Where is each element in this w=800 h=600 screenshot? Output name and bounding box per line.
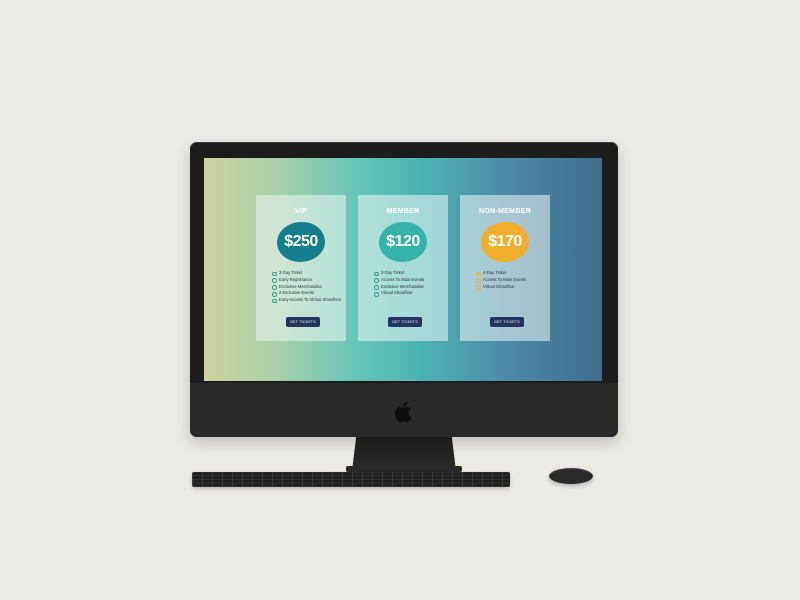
plan-price: $120 — [386, 233, 420, 250]
get-tickets-button-non-member[interactable]: GET TICKETS — [490, 317, 524, 327]
feature-item: Early Access To Virtual Showfloor — [272, 297, 344, 304]
circle-bullet-icon — [476, 271, 481, 277]
pricing-card-non-member: NON-MEMBER $170 4-Day Ticket Access To M… — [460, 195, 550, 341]
circle-bullet-icon — [272, 291, 277, 297]
feature-item: 3-Day Ticket — [272, 270, 344, 277]
plan-price: $170 — [488, 233, 522, 250]
circle-bullet-icon — [476, 285, 481, 290]
feature-item: Virtual Showfloor — [374, 290, 446, 297]
circle-bullet-icon — [272, 271, 277, 277]
get-tickets-button-member[interactable]: GET TICKETS — [388, 317, 422, 327]
circle-bullet-icon — [272, 278, 277, 283]
feature-item: 2 Exclusive Events — [272, 290, 344, 297]
feature-item: Exclusive Merchandise — [272, 284, 344, 291]
pricing-card-member: MEMBER $120 3-Day Ticket Access To Main … — [358, 195, 448, 341]
feature-item: Exclusive Merchandise — [374, 284, 446, 291]
circle-bullet-icon — [374, 285, 379, 290]
plan-title: VIP — [294, 208, 308, 215]
keyboard — [192, 472, 510, 487]
feature-item: Access To Main Events — [476, 277, 548, 284]
circle-bullet-icon — [374, 291, 379, 297]
plan-title: NON-MEMBER — [479, 208, 531, 215]
plan-price: $250 — [284, 233, 318, 250]
feature-list: 3-Day Ticket Access To Main Events Exclu… — [374, 270, 446, 297]
get-tickets-button-vip[interactable]: GET TICKETS — [286, 317, 320, 327]
feature-item: Access To Main Events — [374, 277, 446, 284]
circle-bullet-icon — [374, 271, 379, 277]
plan-title: MEMBER — [386, 208, 420, 215]
screen: VIP $250 3-Day Ticket Early Registration… — [204, 158, 602, 381]
feature-item: Early Registration — [272, 277, 344, 284]
mouse — [549, 468, 593, 484]
feature-list: 4-Day Ticket Access To Main Events Virtu… — [476, 270, 548, 290]
feature-item: 4-Day Ticket — [476, 270, 548, 277]
feature-item: 3-Day Ticket — [374, 270, 446, 277]
feature-item: Virtual Showfloor — [476, 284, 548, 291]
circle-bullet-icon — [272, 285, 277, 290]
circle-bullet-icon — [272, 298, 277, 304]
circle-bullet-icon — [374, 278, 379, 283]
pricing-card-vip: VIP $250 3-Day Ticket Early Registration… — [256, 195, 346, 341]
circle-bullet-icon — [476, 278, 481, 283]
feature-list: 3-Day Ticket Early Registration Exclusiv… — [272, 270, 344, 304]
apple-logo-icon — [394, 402, 412, 423]
